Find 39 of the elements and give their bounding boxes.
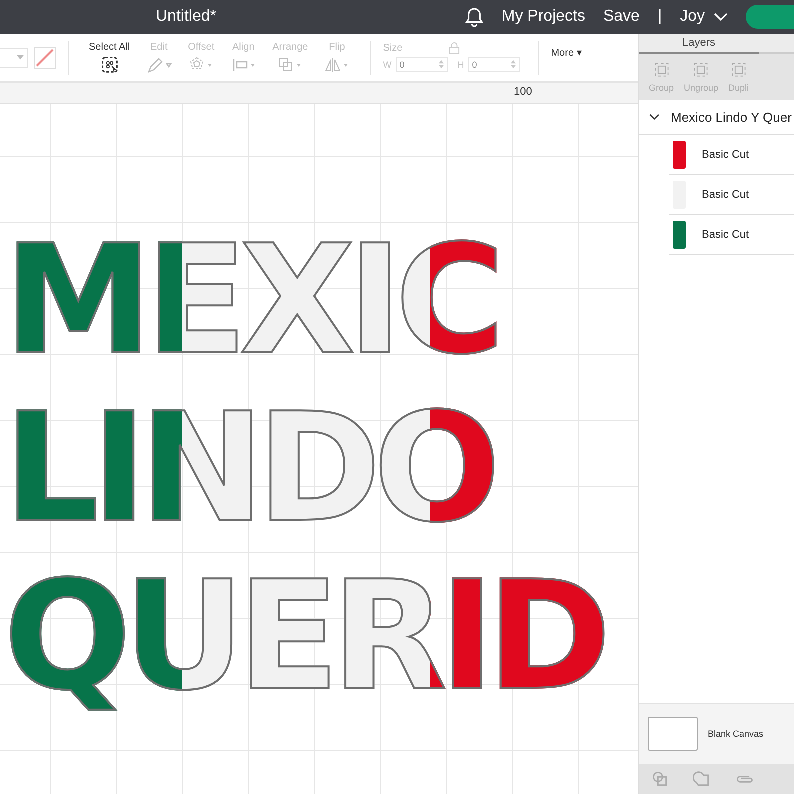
ruler-label: 100 <box>514 86 532 98</box>
pencil-icon <box>146 56 172 74</box>
bell-icon[interactable] <box>464 6 484 28</box>
size-label: Size <box>383 43 403 54</box>
nav-link[interactable]: My Projects <box>502 8 586 26</box>
user-menu[interactable]: Joy <box>680 8 728 26</box>
action-button[interactable] <box>746 5 794 29</box>
chevron-down-icon <box>714 13 728 21</box>
more-menu[interactable]: More ▾ <box>551 46 582 58</box>
chevron-icon <box>649 114 660 120</box>
toolbar-button[interactable]: Select All <box>81 42 138 74</box>
layer-group[interactable]: Mexico Lindo Y Quer <box>639 100 794 135</box>
document-title: Untitled* <box>156 8 216 26</box>
no-color-swatch-icon[interactable] <box>34 46 56 68</box>
stepper-icon <box>511 60 516 69</box>
group-icon <box>730 61 748 79</box>
nav-link[interactable]: Save <box>603 8 640 26</box>
field-label: H <box>458 60 464 70</box>
select-all-icon <box>100 56 119 74</box>
dropdown[interactable] <box>0 48 28 68</box>
flip-icon <box>324 56 350 74</box>
lock-icon[interactable] <box>449 42 460 55</box>
caret-icon <box>17 55 24 60</box>
field-label: W <box>383 60 392 70</box>
size-field[interactable]: 0 <box>396 57 448 72</box>
layer-row[interactable]: Basic Cut <box>669 175 794 215</box>
canvas-row[interactable]: Blank Canvas <box>639 703 794 764</box>
layer-row[interactable]: Basic Cut <box>669 215 794 255</box>
layers-icon <box>277 56 304 74</box>
slice-icon[interactable] <box>651 770 669 788</box>
separator: | <box>658 8 662 26</box>
weld-icon[interactable] <box>693 770 711 788</box>
group-icon <box>652 61 670 79</box>
layer-row[interactable]: Basic Cut <box>669 135 794 175</box>
size-field[interactable]: 0 <box>468 57 520 72</box>
group-icon <box>692 61 710 79</box>
group-name: Mexico Lindo Y Quer <box>671 110 792 124</box>
canvas-thumbnail <box>648 717 698 751</box>
stepper-icon <box>438 60 444 69</box>
